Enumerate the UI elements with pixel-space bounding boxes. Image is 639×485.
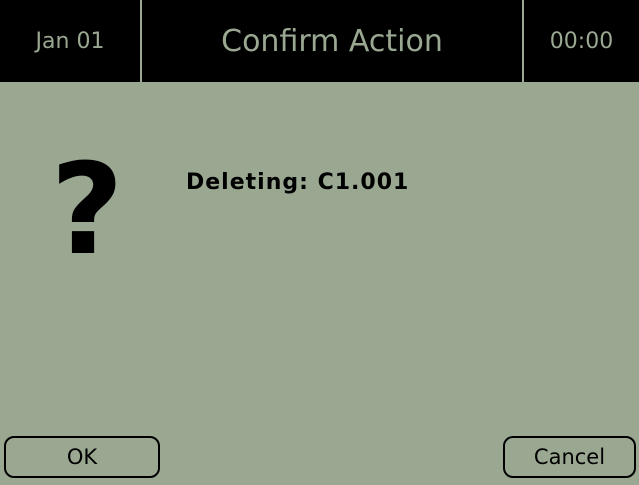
cancel-button[interactable]: Cancel (503, 436, 636, 478)
confirm-message: Deleting: C1.001 (186, 170, 410, 195)
page-title: Confirm Action (221, 23, 443, 59)
header-time: 00:00 (549, 28, 614, 54)
question-mark-icon: ? (50, 136, 124, 283)
title-bar: Jan 01 Confirm Action 00:00 (0, 0, 639, 82)
ok-button[interactable]: OK (4, 436, 160, 478)
header-date: Jan 01 (35, 28, 105, 54)
confirm-action-screen: Jan 01 Confirm Action 00:00 ? Deleting: … (0, 0, 639, 485)
